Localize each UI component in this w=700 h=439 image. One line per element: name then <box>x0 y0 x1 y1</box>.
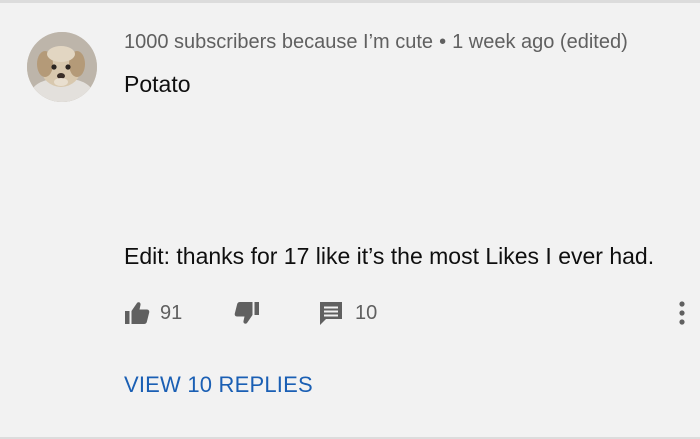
top-divider <box>0 0 700 3</box>
thumbs-down-icon <box>234 302 259 324</box>
thumbs-up-icon <box>125 302 150 324</box>
avatar[interactable] <box>27 32 97 102</box>
more-vertical-icon <box>679 301 685 325</box>
view-replies-button[interactable]: VIEW 10 REPLIES <box>124 372 313 398</box>
comment-icon <box>320 302 342 325</box>
dislike-button[interactable] <box>234 297 260 329</box>
author-name[interactable]: 1000 subscribers because I’m cute <box>124 31 433 53</box>
like-count: 91 <box>160 301 183 324</box>
comment-text: Potato <box>124 71 191 97</box>
reply-count: 10 <box>355 301 378 324</box>
comment-meta: 1000 subscribers because I’m cute • 1 week… <box>124 31 628 54</box>
comment-time[interactable]: 1 week ago (edited) <box>452 31 628 53</box>
puppy-avatar-icon <box>27 32 97 102</box>
more-options-button[interactable] <box>672 297 692 329</box>
comment-actions: 91 10 <box>124 297 700 329</box>
meta-separator: • <box>439 31 447 53</box>
like-button[interactable]: 91 <box>124 297 182 329</box>
reply-button[interactable]: 10 <box>318 297 377 329</box>
comment-edit-text: Edit: thanks for 17 like it’s the most L… <box>124 243 655 269</box>
